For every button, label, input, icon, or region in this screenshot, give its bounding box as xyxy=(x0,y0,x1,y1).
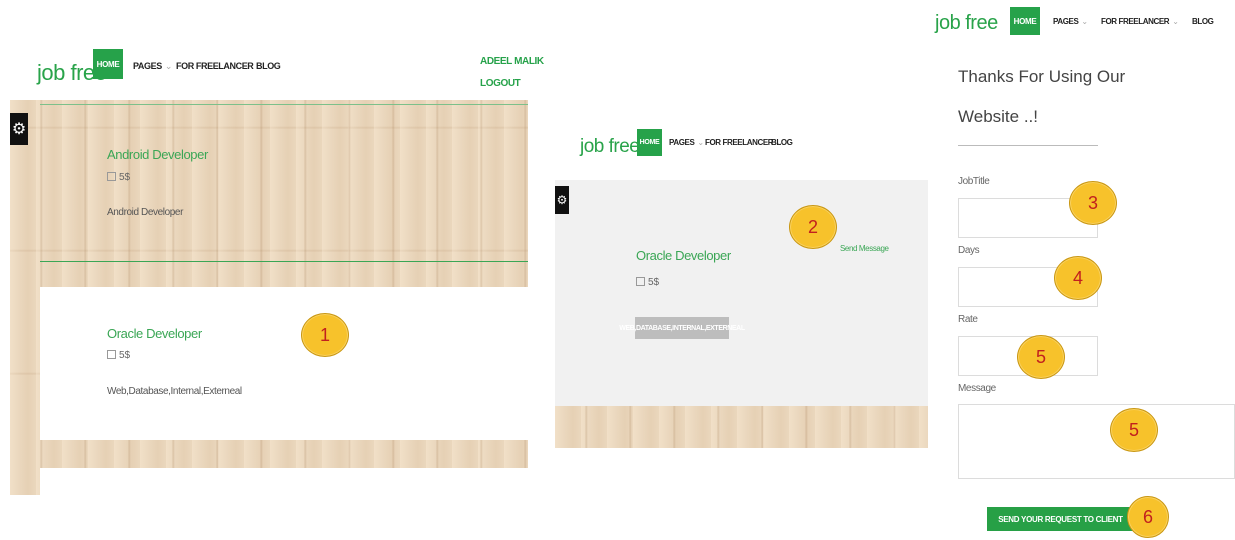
logo[interactable]: job free xyxy=(935,12,998,35)
nav-blog[interactable]: BLOG xyxy=(1192,17,1214,26)
callout-badge: 4 xyxy=(1054,256,1102,300)
job-title[interactable]: Oracle Developer xyxy=(636,248,731,263)
nav-home[interactable]: HOME xyxy=(1010,7,1040,35)
days-label: Days xyxy=(958,245,980,256)
divider xyxy=(958,145,1098,146)
nav-blog[interactable]: BLOG xyxy=(771,138,793,147)
nav-home[interactable]: HOME xyxy=(93,49,123,79)
send-request-button[interactable]: SEND YOUR REQUEST TO CLIENT xyxy=(987,507,1134,531)
price-icon xyxy=(107,350,116,359)
job-card[interactable] xyxy=(40,287,528,440)
nav-pages[interactable]: PAGES ⌄ xyxy=(1053,17,1088,26)
message-textarea[interactable] xyxy=(958,404,1235,479)
thanks-heading: Website ..! xyxy=(958,107,1038,126)
divider xyxy=(40,104,528,105)
callout-badge: 1 xyxy=(301,313,349,357)
nav-home[interactable]: HOME xyxy=(637,129,662,156)
job-description: Web,Database,Internal,Externeal xyxy=(107,386,242,397)
job-rate: 5$ xyxy=(636,277,659,288)
callout-badge: 5 xyxy=(1017,335,1065,379)
job-tags-badge: WEB,DATABASE,INTERNAL,EXTERNEAL xyxy=(619,317,745,339)
callout-badge: 3 xyxy=(1069,181,1117,225)
nav-blog[interactable]: BLOG xyxy=(256,61,281,71)
gear-icon[interactable]: ⚙ xyxy=(10,113,28,145)
logo[interactable]: job free xyxy=(580,136,640,158)
job-description: Android Developer xyxy=(107,207,184,218)
job-title[interactable]: Android Developer xyxy=(107,147,208,162)
rate-label: Rate xyxy=(958,314,978,325)
nav-pages[interactable]: PAGES ⌄ xyxy=(133,61,172,72)
job-title[interactable]: Oracle Developer xyxy=(107,326,202,341)
gear-icon[interactable]: ⚙ xyxy=(555,186,569,214)
job-card[interactable] xyxy=(40,468,528,495)
chevron-down-icon: ⌄ xyxy=(697,138,704,147)
job-rate: 5$ xyxy=(107,172,130,183)
nav-for-freelancer[interactable]: FOR FREELANCER ⌄ xyxy=(176,61,264,72)
callout-badge: 6 xyxy=(1127,496,1169,538)
callout-badge: 5 xyxy=(1110,408,1158,452)
price-icon xyxy=(636,277,645,286)
message-label: Message xyxy=(958,383,996,394)
divider xyxy=(40,261,528,262)
job-rate: 5$ xyxy=(107,350,130,361)
wood-background xyxy=(555,406,928,448)
price-icon xyxy=(107,172,116,181)
panel-job-list: job free HOME PAGES ⌄ FOR FREELANCER ⌄ BLO… xyxy=(0,0,544,540)
user-name[interactable]: ADEEL MALIK xyxy=(480,56,544,67)
nav-for-freelancer[interactable]: FOR FREELANCER ⌄ xyxy=(1101,17,1179,26)
job-title-label: JobTitle xyxy=(958,176,990,187)
job-detail-background xyxy=(555,180,928,406)
callout-badge: 2 xyxy=(789,205,837,249)
chevron-down-icon: ⌄ xyxy=(1172,17,1179,26)
logout-link[interactable]: LOGOUT xyxy=(480,78,521,89)
chevron-down-icon: ⌄ xyxy=(164,61,173,71)
thanks-heading: Thanks For Using Our xyxy=(958,67,1126,86)
nav-pages[interactable]: PAGES ⌄ xyxy=(669,138,704,147)
send-message-link[interactable]: Send Message xyxy=(840,244,889,253)
chevron-down-icon: ⌄ xyxy=(1081,17,1088,26)
